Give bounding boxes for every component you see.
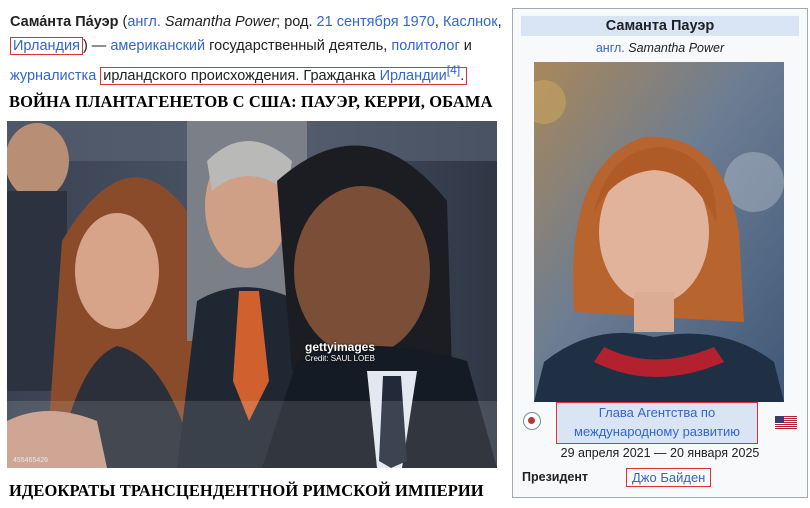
citizenship-link[interactable]: Ирландии <box>380 68 447 84</box>
infobox-lang-link[interactable]: англ. <box>596 41 625 55</box>
original-name: Samantha Power <box>164 14 277 30</box>
getty-watermark: gettyimages Credit: SAUL LOEB <box>305 340 376 363</box>
lang-abbr-link[interactable]: англ. <box>127 14 161 30</box>
news-photo-illustration <box>7 121 497 468</box>
occupation-link-journalist[interactable]: журналистка <box>10 68 96 84</box>
birth-date-link[interactable]: 21 сентября 1970 <box>317 14 435 30</box>
caption-heading-bottom: ИДЕОКРАТЫ ТРАНСЦЕНДЕНТНОЙ РИМСКОЙ ИМПЕРИ… <box>9 481 484 500</box>
president-link[interactable]: Джо Байден <box>626 468 712 487</box>
usaid-seal-icon <box>523 412 541 430</box>
occupation-link-politologist[interactable]: политолог <box>391 38 459 54</box>
us-flag-icon <box>775 416 797 429</box>
caption-heading-top: ВОЙНА ПЛАНТАГЕНЕТОВ С США: ПАУЭР, КЕРРИ,… <box>9 92 493 111</box>
news-photo: gettyimages Credit: SAUL LOEB 455465426 <box>7 121 497 468</box>
infobox-subtitle: англ. Samantha Power <box>595 41 725 55</box>
birth-country-link[interactable]: Ирландия <box>10 37 83 55</box>
birth-city-link[interactable]: Каслнок <box>443 14 498 30</box>
image-id-label: 455465426 <box>13 457 49 464</box>
subject-name: Сама́нта Па́уэр <box>10 14 119 30</box>
reference-link[interactable]: [4] <box>447 63 460 77</box>
origin-highlight: ирландского происхождения. Гражданка Ирл… <box>100 63 468 85</box>
nationality-link[interactable]: американский <box>110 38 205 54</box>
term-dates: 29 апреля 2021 — 20 января 2025 <box>560 446 760 460</box>
president-label: Президент <box>522 470 589 484</box>
infobox-title: Саманта Пауэр <box>521 16 799 36</box>
portrait-illustration <box>534 62 784 402</box>
portrait-photo[interactable] <box>534 62 784 402</box>
infobox: Саманта Пауэр англ. Samantha Power Глава… <box>512 8 808 498</box>
article-intro: Сама́нта Па́уэр (англ. Samantha Power; р… <box>10 14 502 85</box>
position-title[interactable]: Глава Агентства по международному развит… <box>556 402 758 444</box>
